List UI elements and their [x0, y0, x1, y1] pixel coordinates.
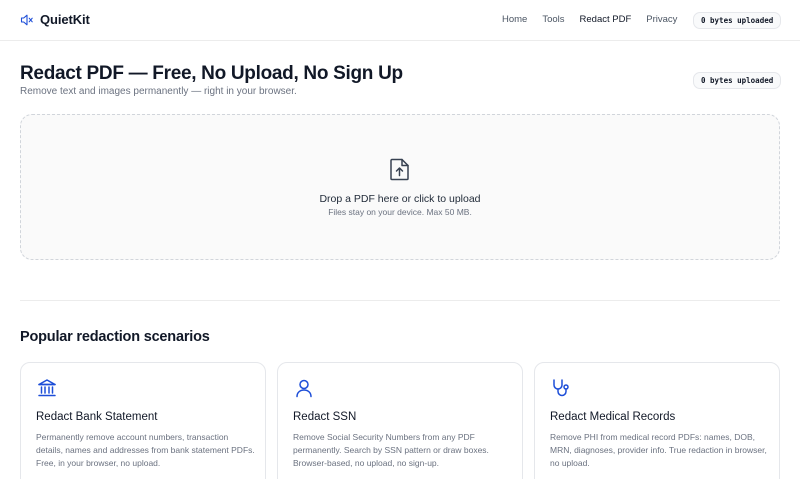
page-subtitle: Remove text and images permanently — rig… — [20, 86, 297, 97]
card-description: Permanently remove account numbers, tran… — [36, 432, 255, 468]
brand-logo-link[interactable]: QuietKit — [20, 12, 90, 27]
dropzone-hint: Files stay on your device. Max 50 MB. — [328, 207, 472, 217]
speaker-muted-icon — [20, 13, 34, 27]
card-description: Remove Social Security Numbers from any … — [293, 432, 489, 468]
card-title: Redact Medical Records — [550, 411, 676, 423]
dropzone-instruction: Drop a PDF here or click to upload — [319, 193, 481, 205]
card-description: Remove PHI from medical record PDFs: nam… — [550, 432, 767, 468]
nav-link-home[interactable]: Home — [502, 14, 527, 26]
main-nav: Home Tools Redact PDF Privacy — [502, 14, 692, 26]
section-divider — [20, 300, 780, 301]
brand-name: QuietKit — [40, 12, 90, 27]
upload-counter-badge: 0 bytes uploaded — [693, 12, 782, 29]
card-title: Redact Bank Statement — [36, 411, 158, 423]
scenarios-heading: Popular redaction scenarios — [20, 329, 210, 345]
page-title: Redact PDF — Free, No Upload, No Sign Up — [20, 63, 403, 84]
user-icon — [293, 377, 315, 399]
stethoscope-icon — [550, 377, 572, 399]
scenario-card-medical-records[interactable]: Redact Medical Records Remove PHI from m… — [534, 362, 780, 479]
bank-icon — [36, 377, 58, 399]
upload-counter-badge-hero: 0 bytes uploaded — [693, 72, 782, 89]
pdf-dropzone[interactable] — [20, 114, 780, 260]
nav-link-privacy[interactable]: Privacy — [646, 14, 677, 26]
file-upload-icon — [389, 157, 411, 181]
card-title: Redact SSN — [293, 411, 357, 423]
top-nav-bar: QuietKit Home Tools Redact PDF Privacy 0… — [0, 0, 800, 41]
scenario-card-bank-statement[interactable]: Redact Bank Statement Permanently remove… — [20, 362, 266, 479]
nav-link-tools[interactable]: Tools — [542, 14, 564, 26]
nav-link-redact-pdf[interactable]: Redact PDF — [580, 14, 632, 26]
scenario-card-ssn[interactable]: Redact SSN Remove Social Security Number… — [277, 362, 523, 479]
